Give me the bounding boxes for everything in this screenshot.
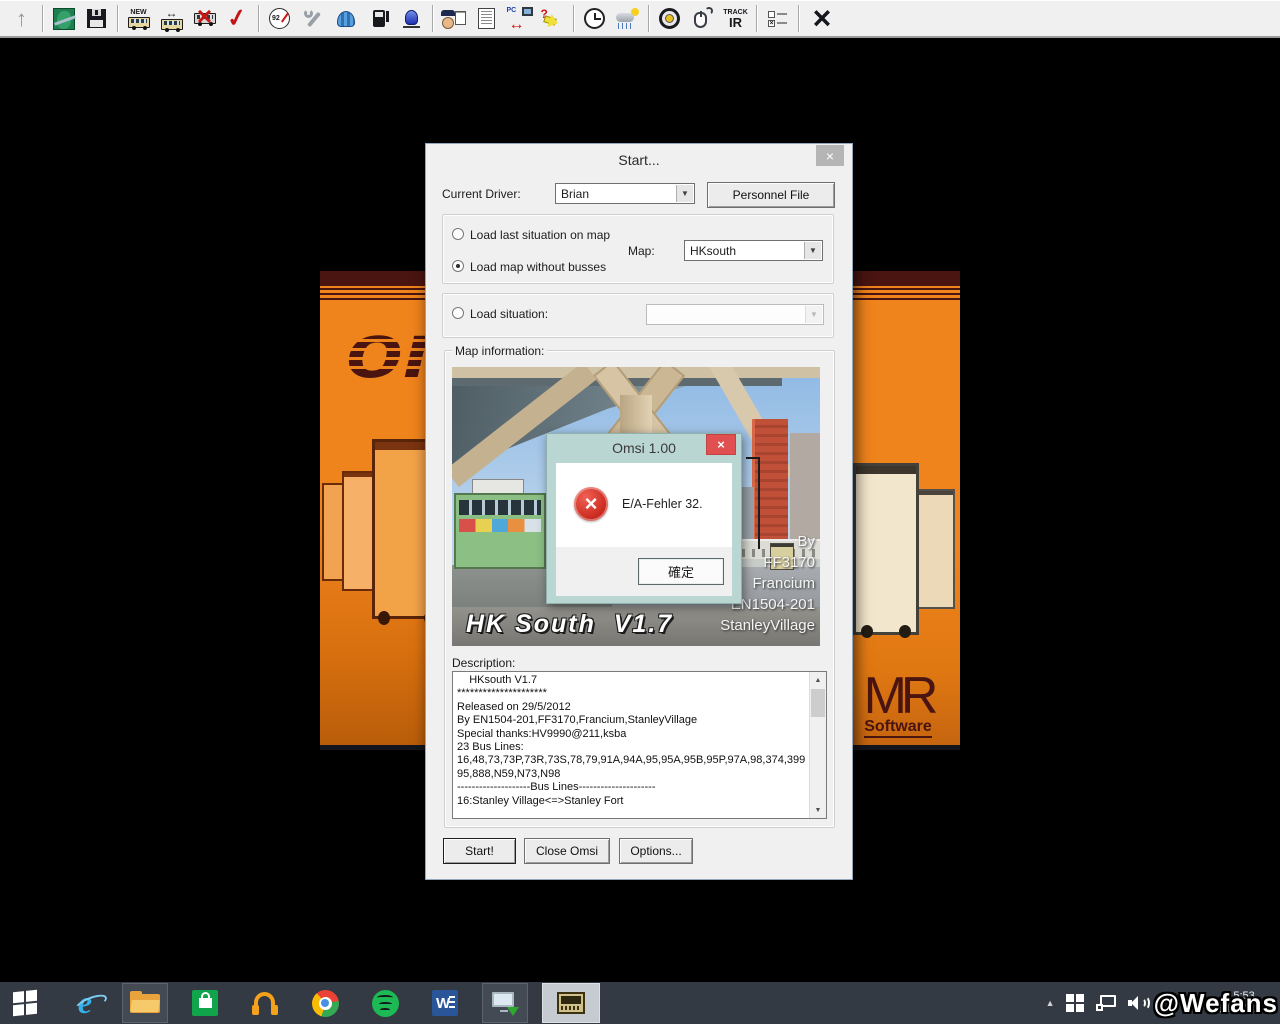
dialog-title: Start... [426,152,852,168]
save-icon[interactable] [81,3,112,34]
tray-network-icon[interactable] [1096,995,1116,1011]
taskbar-omsi-installer[interactable] [482,983,528,1023]
situation-combobox: ▼ [646,304,824,325]
system-tray: ▲ 英 15:536/12/2015 @Wefans [1046,982,1280,1024]
taskbar-omsi-running[interactable] [542,983,600,1023]
taskbar-file-explorer[interactable] [122,983,168,1023]
repair-wrench-icon[interactable] [297,3,328,34]
fuel-gauge-icon[interactable]: 92 [264,3,295,34]
taskbar-spotify[interactable] [362,983,408,1023]
map-dropdown-arrow[interactable]: ▼ [804,242,821,259]
taskbar-internet-explorer[interactable]: e [62,983,108,1023]
signal-lamp-icon[interactable] [396,3,427,34]
taskbar-word[interactable]: W [422,983,468,1023]
load-situation-radio[interactable] [452,306,464,324]
description-label: Description: [452,656,515,670]
personnel-icon[interactable] [438,3,469,34]
scroll-up-button[interactable]: ▲ [810,672,826,688]
weather-icon[interactable] [612,3,643,34]
trackir-icon[interactable]: TRACKIR [720,3,751,34]
up-arrow-icon[interactable]: ↑ [6,3,37,34]
error-message: E/A-Fehler 32. [622,497,703,511]
mr-software-logo: MR Software [850,674,946,738]
load-map-radio[interactable] [452,259,464,277]
mouse-icon[interactable] [687,3,718,34]
load-map-label: Load map without busses [470,260,606,274]
curtain-icon[interactable] [330,3,361,34]
tray-windows-icon[interactable] [1066,994,1084,1012]
taskbar-windows-store[interactable] [182,983,228,1023]
taskbar-chrome[interactable] [302,983,348,1023]
view-options-icon[interactable]: × [762,3,793,34]
close-program-icon[interactable]: × [804,3,840,34]
place-bus-icon[interactable]: ✓ [222,3,253,34]
map-label: Map: [628,244,655,258]
gray-tower [790,433,820,539]
load-last-label: Load last situation on map [470,228,610,242]
watermark: @Wefans [1154,988,1278,1019]
new-bus-icon[interactable]: NEW [123,3,154,34]
help-arrow-icon[interactable]: ? [537,3,568,34]
description-box[interactable]: HKsouth V1.7 ********************* Relea… [452,671,827,819]
tray-volume-icon[interactable] [1128,995,1148,1011]
start-button[interactable] [4,983,46,1023]
timetable-icon[interactable] [471,3,502,34]
pc-transfer-icon[interactable]: PC↔ [504,3,535,34]
current-driver-label: Current Driver: [442,187,521,201]
personnel-file-button[interactable]: Personnel File [707,182,835,208]
steering-wheel-icon[interactable] [654,3,685,34]
description-scrollbar[interactable]: ▲ ▼ [809,672,826,818]
remove-bus-icon[interactable]: × [189,3,220,34]
situation-dropdown-arrow: ▼ [805,306,822,323]
error-ok-button[interactable]: 確定 [638,558,724,585]
scroll-thumb[interactable] [811,689,825,717]
refuel-pump-icon[interactable] [363,3,394,34]
error-icon: × [574,487,608,521]
scroll-down-button[interactable]: ▼ [810,802,826,818]
load-last-radio[interactable] [452,227,464,245]
taskbar-play-music[interactable] [242,983,288,1023]
tray-chevron-icon[interactable]: ▲ [1046,998,1055,1008]
description-text: HKsouth V1.7 ********************* Relea… [457,674,806,816]
taskbar: e W ▲ 英 15:536/12/2015 @Wefans [0,982,1280,1024]
error-footer: 確定 [556,547,732,596]
time-clock-icon[interactable] [579,3,610,34]
change-bus-icon[interactable]: ↔ [156,3,187,34]
options-button[interactable]: Options... [619,838,693,864]
error-dialog: Omsi 1.00 × × E/A-Fehler 32. 確定 [546,433,742,604]
main-toolbar: ↑ NEW ↔ × ✓ 92 PC↔ ? TRACKIR × × [0,0,1280,38]
close-omsi-button[interactable]: Close Omsi [524,838,610,864]
error-message-area: × E/A-Fehler 32. [556,463,732,547]
green-bus [454,493,546,569]
driver-dropdown-arrow[interactable]: ▼ [676,185,693,202]
start-button[interactable]: Start! [443,838,516,864]
map-combobox[interactable]: HKsouth▼ [684,240,823,261]
map-information-label: Map information: [452,344,547,358]
error-close-button[interactable]: × [706,434,736,455]
driver-combobox[interactable]: Brian▼ [555,183,695,204]
map-title: HK South V1.7 [466,610,673,639]
load-situation-label: Load situation: [470,307,548,321]
dialog-close-button[interactable]: × [816,145,844,166]
map-editor-icon[interactable] [48,3,79,34]
